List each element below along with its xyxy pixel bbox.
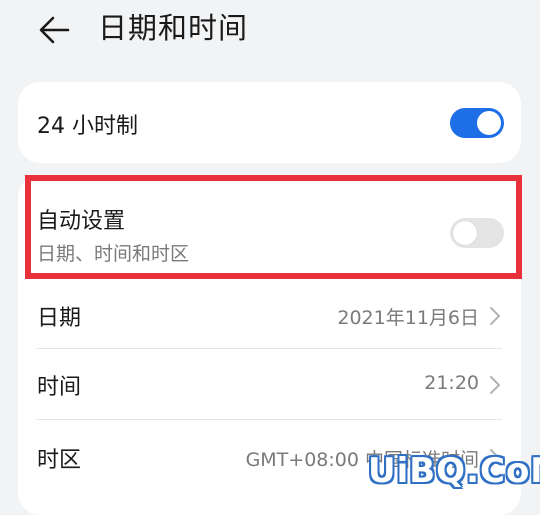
chevron-right-icon bbox=[490, 307, 500, 325]
auto-set-sublabel: 日期、时间和时区 bbox=[37, 243, 190, 265]
chevron-right-icon bbox=[490, 376, 500, 394]
time-value: 21:20 bbox=[424, 372, 479, 394]
timezone-label: 时区 bbox=[37, 448, 82, 473]
date-label: 日期 bbox=[37, 306, 82, 331]
hour24-label: 24 小时制 bbox=[37, 114, 138, 139]
watermark-logo: UiBQ.CoM bbox=[368, 451, 540, 491]
header: 日期和时间 bbox=[0, 0, 540, 62]
time-row[interactable]: 时间 21:20 bbox=[18, 349, 521, 419]
time-label: 时间 bbox=[37, 375, 82, 400]
auto-set-label: 自动设置 bbox=[37, 209, 126, 234]
toggle-knob bbox=[477, 111, 501, 135]
toggle-knob bbox=[453, 221, 477, 245]
date-value: 2021年11月6日 bbox=[337, 307, 479, 329]
auto-set-toggle[interactable] bbox=[450, 218, 504, 248]
arrow-left-icon bbox=[39, 16, 70, 44]
page-title: 日期和时间 bbox=[98, 11, 249, 45]
hour24-card: 24 小时制 bbox=[18, 82, 521, 163]
hour24-toggle[interactable] bbox=[450, 108, 504, 138]
date-row[interactable]: 日期 2021年11月6日 bbox=[18, 280, 521, 348]
back-button[interactable] bbox=[32, 8, 76, 52]
